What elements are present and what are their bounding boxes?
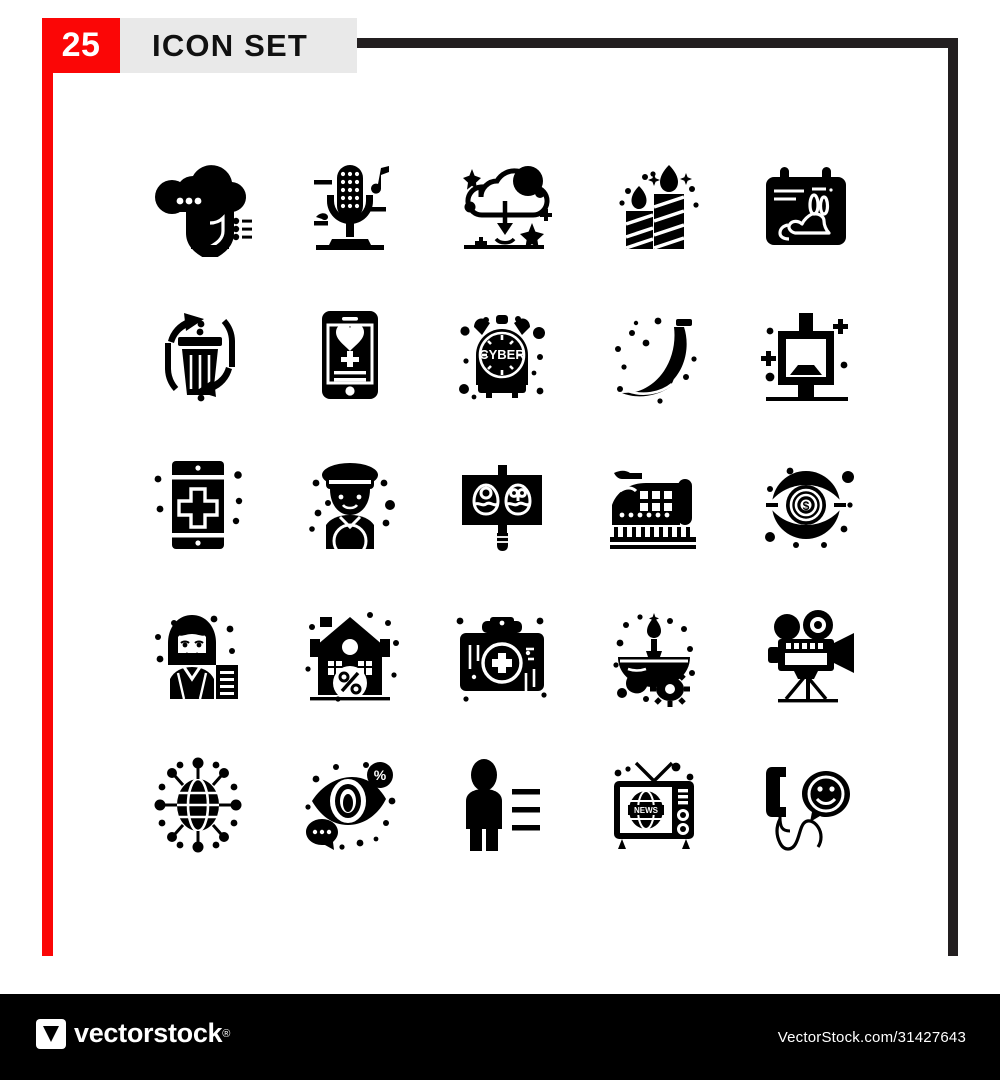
news-television-icon: NEWS (600, 753, 708, 857)
film-camera-icon (752, 603, 860, 707)
icon-cell-1[interactable] (122, 130, 274, 280)
icon-cell-15[interactable]: $ (730, 430, 882, 580)
page-title: ICON SET (152, 27, 309, 63)
icon-cell-25[interactable] (730, 730, 882, 880)
birthday-candles-icon (600, 153, 708, 257)
cloud-download-icon (448, 153, 556, 257)
vectorstock-logo: vectorstock ® (36, 1018, 230, 1049)
icon-cell-16[interactable] (122, 580, 274, 730)
eye-dollar-icon: $ (752, 453, 860, 557)
icon-cell-10[interactable] (730, 280, 882, 430)
icon-cell-19[interactable] (578, 580, 730, 730)
microphone-music-icon (296, 153, 404, 257)
icon-cell-9[interactable] (578, 280, 730, 430)
count-badge: 25 (61, 26, 101, 64)
icon-cell-24[interactable]: NEWS (578, 730, 730, 880)
svg-text:$: $ (803, 499, 810, 513)
frame-top-border (357, 38, 958, 48)
icon-cell-23[interactable] (426, 730, 578, 880)
icon-set-poster: 25 ICON SET CYBER $ % NEWS vectorstock ®… (0, 0, 1000, 1080)
frame-right-border (948, 38, 958, 956)
registered-trademark-symbol: ® (222, 1027, 231, 1040)
vectorstock-wordmark: vectorstock (74, 1018, 223, 1048)
gift-display-icon (752, 303, 860, 407)
news-tv-label: NEWS (634, 806, 659, 815)
diya-lamp-icon (600, 603, 708, 707)
businesswoman-icon (144, 603, 252, 707)
mobile-heart-icon (296, 303, 404, 407)
phone-smiley-icon (752, 753, 860, 857)
cloud-shield-icon (144, 153, 252, 257)
cruise-ship-icon (600, 453, 708, 557)
person-list-icon (448, 753, 556, 857)
vectorstock-mark-icon (36, 1018, 66, 1049)
first-aid-kit-icon (448, 603, 556, 707)
icon-grid: CYBER $ % NEWS (122, 130, 882, 890)
icon-cell-7[interactable] (274, 280, 426, 430)
icon-cell-2[interactable] (274, 130, 426, 280)
icon-cell-5[interactable] (730, 130, 882, 280)
icon-cell-4[interactable] (578, 130, 730, 280)
icon-cell-14[interactable] (578, 430, 730, 580)
mobile-medical-icon (144, 453, 252, 557)
icon-cell-13[interactable] (426, 430, 578, 580)
svg-text:%: % (374, 767, 387, 783)
easter-calendar-icon (752, 153, 860, 257)
cyber-clock-label: CYBER (479, 347, 525, 362)
red-left-rail (42, 72, 53, 956)
house-discount-icon (296, 603, 404, 707)
icon-cell-17[interactable] (274, 580, 426, 730)
icon-cell-21[interactable] (122, 730, 274, 880)
cyber-alarm-clock-icon: CYBER (448, 303, 556, 407)
icon-cell-20[interactable] (730, 580, 882, 730)
banana-icon (600, 303, 708, 407)
global-network-icon (144, 753, 252, 857)
recycle-bin-icon (144, 303, 252, 407)
icon-cell-8[interactable]: CYBER (426, 280, 578, 430)
icon-cell-11[interactable] (122, 430, 274, 580)
icon-cell-12[interactable] (274, 430, 426, 580)
vectorstock-url: VectorStock.com/31427643 (777, 1029, 966, 1046)
easter-egg-billboard-icon (448, 453, 556, 557)
police-officer-icon (296, 453, 404, 557)
icon-cell-22[interactable]: % (274, 730, 426, 880)
eye-discount-chat-icon: % (296, 753, 404, 857)
icon-cell-3[interactable] (426, 130, 578, 280)
icon-cell-6[interactable] (122, 280, 274, 430)
icon-cell-18[interactable] (426, 580, 578, 730)
